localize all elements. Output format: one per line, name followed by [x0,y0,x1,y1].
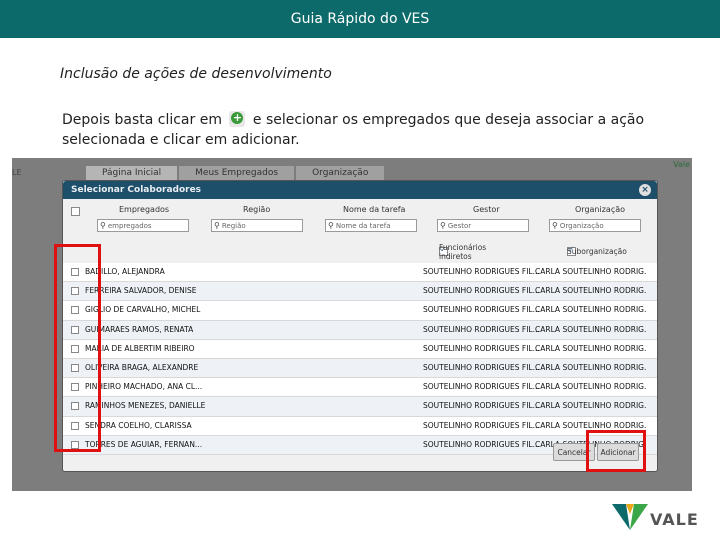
col-empregados[interactable]: Empregados [119,205,169,214]
vale-logo-icon [612,504,648,530]
select-all-checkbox[interactable] [71,207,80,216]
employee-org: CARLA SOUTELINHO RODRIG. [535,420,647,430]
table-row[interactable]: MARIA DE ALBERTIM RIBEIRO SOUTELINHO ROD… [63,339,657,359]
employee-org: CARLA SOUTELINHO RODRIG. [535,362,647,372]
employee-org: CARLA SOUTELINHO RODRIG. [535,267,647,276]
employee-name: OLIVEIRA BRAGA, ALEXANDRE [85,362,199,372]
employee-org: CARLA SOUTELINHO RODRIG. [535,382,647,392]
table-row[interactable]: BADILLO, ALEJANDRA SOUTELINHO RODRIGUES … [63,263,657,283]
filter-options: Funcionários indiretos Suborganização [435,243,655,261]
employee-name: RAMINHOS MENEZES, DANIELLE [85,401,206,411]
filter-organizacao[interactable]: ⚲ Organização [549,219,641,232]
col-nome-tarefa[interactable]: Nome da tarefa [343,205,405,214]
filter-nome-tarefa-placeholder: Nome da tarefa [335,221,391,230]
table-row[interactable]: RAMINHOS MENEZES, DANIELLE SOUTELINHO RO… [63,397,657,417]
employee-gestor: SOUTELINHO RODRIGUES FIL... [423,382,540,392]
employee-org: CARLA SOUTELINHO RODRIG. [535,324,647,334]
employee-name: MARIA DE ALBERTIM RIBEIRO [85,343,195,353]
header-bar: Guia Rápido do VES [0,0,720,38]
shot-left-fragment: LE [12,168,22,177]
option-suborganizacao[interactable]: Suborganização [567,245,627,256]
option-funcionarios-indiretos[interactable]: Funcionários indiretos [439,243,486,261]
filter-regiao[interactable]: ⚲ Região [211,219,303,232]
shot-logo: Vale [673,160,690,169]
table-row[interactable]: SENDRA COELHO, CLARISSA SOUTELINHO RODRI… [63,416,657,436]
employee-gestor: SOUTELINHO RODRIGUES FIL... [423,305,540,315]
col-organizacao[interactable]: Organização [575,205,625,214]
filter-gestor[interactable]: ⚲ Gestor [437,219,529,232]
close-icon[interactable]: × [639,184,651,196]
filter-empregados-placeholder: empregados [107,221,152,230]
employee-org: CARLA SOUTELINHO RODRIG. [535,401,647,411]
filter-empregados[interactable]: ⚲ empregados [97,219,189,232]
employee-org: CARLA SOUTELINHO RODRIG. [535,286,647,296]
section-subtitle: Inclusão de ações de desenvolvimento [60,66,332,82]
vale-logo-text: VALE [650,510,699,529]
employee-gestor: SOUTELINHO RODRIGUES FIL... [423,324,540,334]
search-icon: ⚲ [100,221,106,230]
instruction-before: Depois basta clicar em [62,112,222,128]
employee-table: BADILLO, ALEJANDRA SOUTELINHO RODRIGUES … [63,263,657,455]
employee-gestor: SOUTELINHO RODRIGUES FIL... [423,420,540,430]
checkbox-column-highlight [54,244,101,452]
header-title: Guia Rápido do VES [290,11,430,27]
employee-gestor: SOUTELINHO RODRIGUES FIL... [423,401,540,411]
add-button-highlight [586,430,646,472]
table-row[interactable]: FERREIRA SALVADOR, DENISE SOUTELINHO ROD… [63,282,657,302]
table-row[interactable]: OLIVEIRA BRAGA, ALEXANDRE SOUTELINHO ROD… [63,358,657,379]
select-collaborators-dialog: Selecionar Colaboradores × Empregados Re… [62,180,658,472]
search-icon: ⚲ [328,221,334,230]
option-label: Funcionários indiretos [439,242,487,261]
employee-org: CARLA SOUTELINHO RODRIG. [535,305,647,315]
employee-name: FERREIRA SALVADOR, DENISE [85,286,197,296]
dialog-header: Selecionar Colaboradores × [63,181,657,199]
dialog-title: Selecionar Colaboradores [71,185,202,195]
column-headers: Empregados Região Nome da tarefa Gestor … [63,205,657,217]
table-row[interactable]: GIGLIO DE CARVALHO, MICHEL SOUTELINHO RO… [63,301,657,321]
vale-logo: VALE [612,500,712,534]
employee-gestor: SOUTELINHO RODRIGUES FIL... [423,286,540,296]
filter-nome-tarefa[interactable]: ⚲ Nome da tarefa [325,219,417,232]
filter-regiao-placeholder: Região [221,221,246,230]
employee-name: PINHEIRO MACHADO, ANA CL... [85,382,203,392]
table-row[interactable]: PINHEIRO MACHADO, ANA CL... SOUTELINHO R… [63,378,657,398]
employee-name: TORRES DE AGUIAR, FERNAN... [85,439,203,449]
filter-row: ⚲ empregados ⚲ Região ⚲ Nome da tarefa ⚲… [63,219,657,235]
search-icon: ⚲ [440,221,446,230]
search-icon: ⚲ [214,221,220,230]
employee-gestor: SOUTELINHO RODRIGUES FIL... [423,439,540,449]
option-label: Suborganização [567,247,627,256]
add-plus-icon [229,111,246,127]
col-regiao[interactable]: Região [243,205,270,214]
search-icon: ⚲ [552,221,558,230]
table-row[interactable]: GUIMARAES RAMOS, RENATA SOUTELINHO RODRI… [63,320,657,340]
filter-organizacao-placeholder: Organização [559,221,604,230]
employee-gestor: SOUTELINHO RODRIGUES FIL... [423,267,540,276]
col-gestor[interactable]: Gestor [473,205,500,214]
employee-name: GIGLIO DE CARVALHO, MICHEL [85,305,201,315]
employee-org: CARLA SOUTELINHO RODRIG. [535,343,647,353]
employee-gestor: SOUTELINHO RODRIGUES FIL... [423,362,540,372]
instruction-text: Depois basta clicar em e selecionar os e… [62,110,662,150]
filter-gestor-placeholder: Gestor [447,221,472,230]
employee-gestor: SOUTELINHO RODRIGUES FIL... [423,343,540,353]
employee-name: GUIMARAES RAMOS, RENATA [85,324,194,334]
